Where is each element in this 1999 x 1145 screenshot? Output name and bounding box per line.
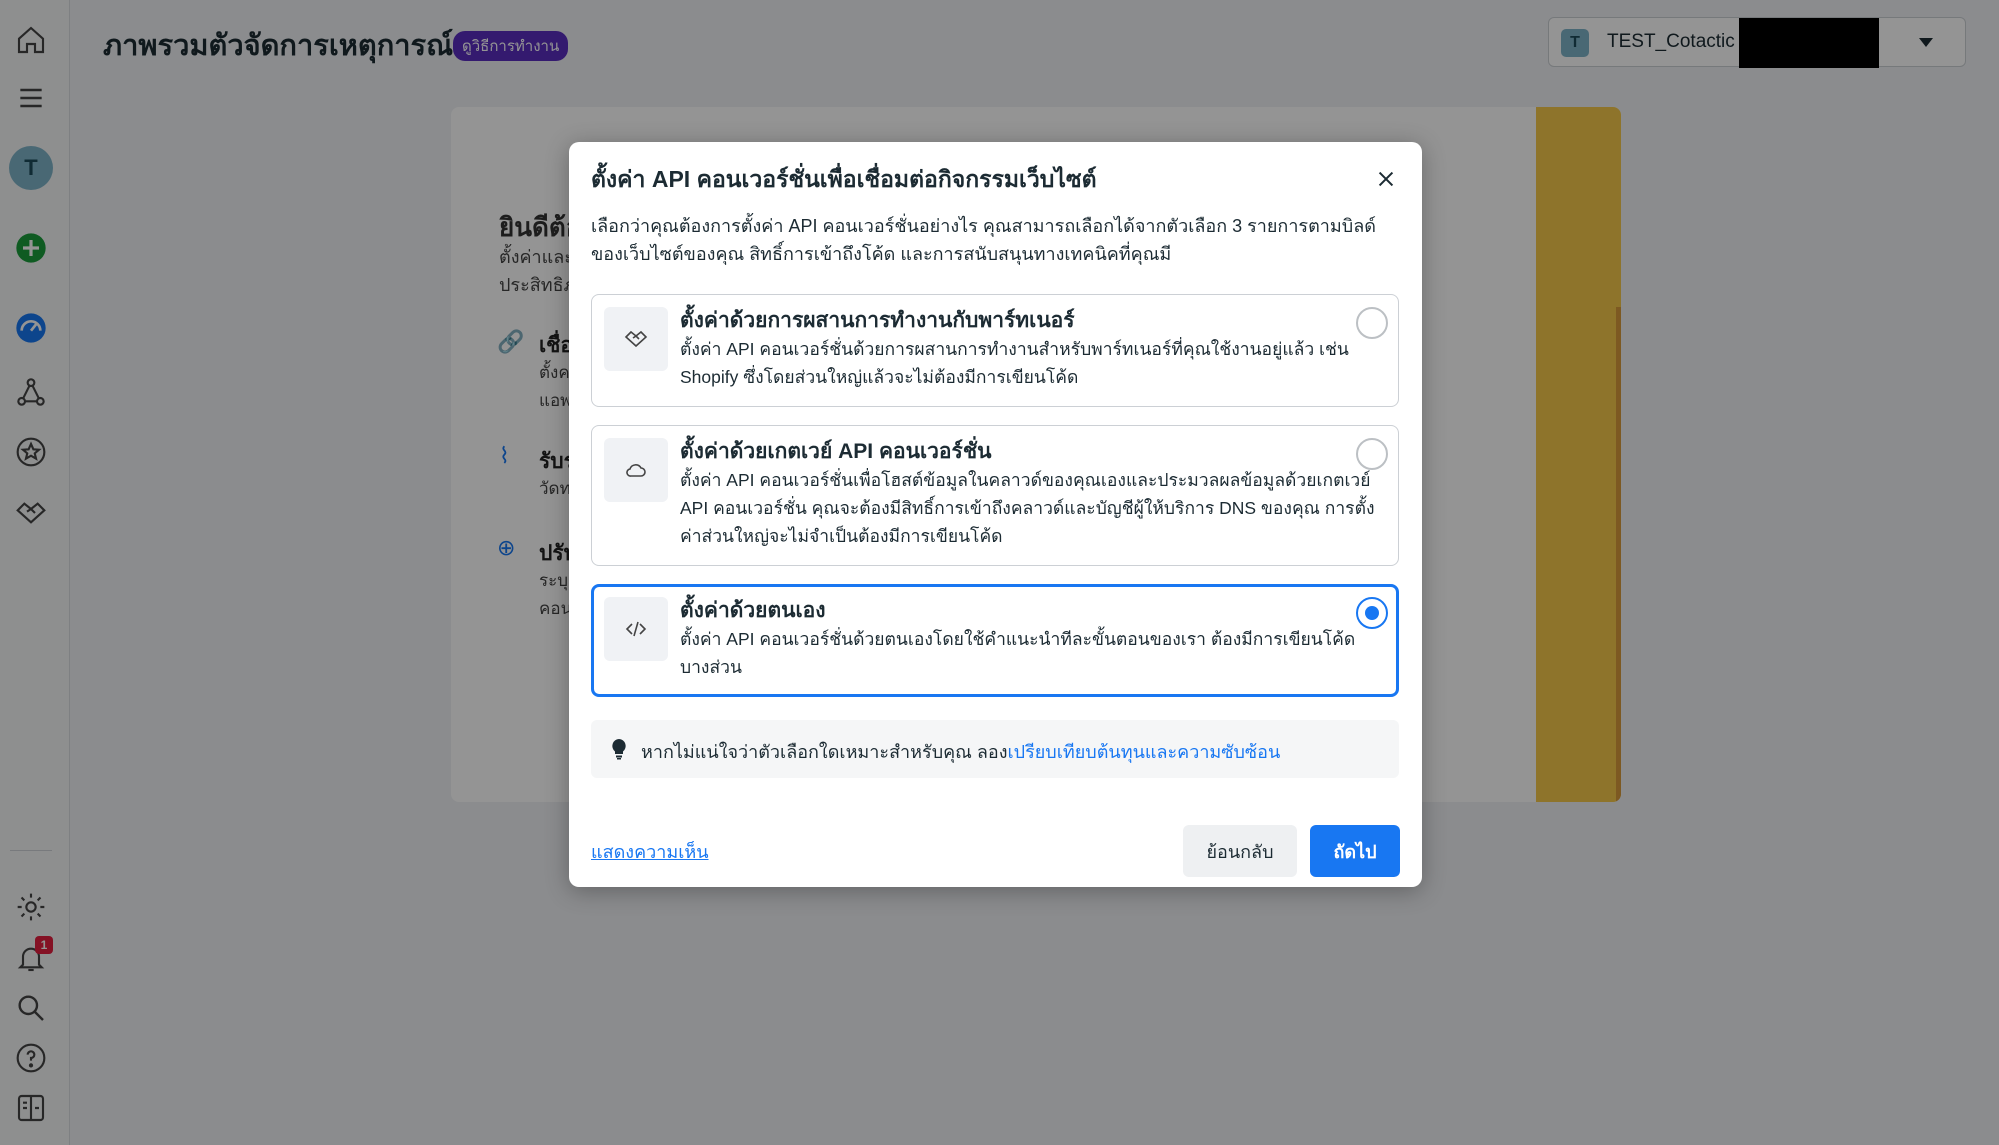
option-description: ตั้งค่า API คอนเวอร์ชั่นด้วยการผสานการทำ…: [680, 339, 1349, 387]
back-button[interactable]: ย้อนกลับ: [1183, 825, 1297, 877]
handshake-icon: [604, 307, 668, 371]
cloud-icon: [604, 438, 668, 502]
option-title: ตั้งค่าด้วยเกตเวย์ API คอนเวอร์ชั่น: [680, 440, 992, 463]
feedback-link[interactable]: แสดงความเห็น: [591, 837, 709, 866]
option-description: ตั้งค่า API คอนเวอร์ชั่นเพื่อโฮสต์ข้อมูล…: [680, 470, 1375, 546]
hint-box: หากไม่แน่ใจว่าตัวเลือกใดเหมาะสำหรับคุณ ล…: [591, 720, 1399, 778]
option-title: ตั้งค่าด้วยการผสานการทำงานกับพาร์ทเนอร์: [680, 309, 1075, 332]
setup-conversions-api-dialog: ตั้งค่า API คอนเวอร์ชั่นเพื่อเชื่อมต่อกิ…: [569, 142, 1422, 887]
radio-button-selected[interactable]: [1356, 597, 1388, 629]
close-icon[interactable]: [1369, 162, 1403, 196]
option-gateway[interactable]: ตั้งค่าด้วยเกตเวย์ API คอนเวอร์ชั่น ตั้ง…: [591, 425, 1399, 566]
code-icon: [604, 597, 668, 661]
radio-button[interactable]: [1356, 307, 1388, 339]
compare-cost-link[interactable]: เปรียบเทียบต้นทุนและความซับซ้อน: [1008, 742, 1281, 762]
option-title: ตั้งค่าด้วยตนเอง: [680, 599, 826, 622]
dialog-title: ตั้งค่า API คอนเวอร์ชั่นเพื่อเชื่อมต่อกิ…: [591, 166, 1097, 192]
dialog-description: เลือกว่าคุณต้องการตั้งค่า API คอนเวอร์ชั…: [591, 216, 1376, 264]
option-partner-integration[interactable]: ตั้งค่าด้วยการผสานการทำงานกับพาร์ทเนอร์ …: [591, 294, 1399, 407]
hint-prefix: หากไม่แน่ใจว่าตัวเลือกใดเหมาะสำหรับคุณ ล…: [641, 742, 1008, 762]
hint-text: หากไม่แน่ใจว่าตัวเลือกใดเหมาะสำหรับคุณ ล…: [641, 737, 1280, 766]
next-button[interactable]: ถัดไป: [1310, 825, 1400, 877]
radio-button[interactable]: [1356, 438, 1388, 470]
lightbulb-icon: [612, 739, 626, 760]
option-description: ตั้งค่า API คอนเวอร์ชั่นด้วยตนเองโดยใช้ค…: [680, 629, 1356, 677]
option-manual-setup[interactable]: ตั้งค่าด้วยตนเอง ตั้งค่า API คอนเวอร์ชั่…: [591, 584, 1399, 697]
